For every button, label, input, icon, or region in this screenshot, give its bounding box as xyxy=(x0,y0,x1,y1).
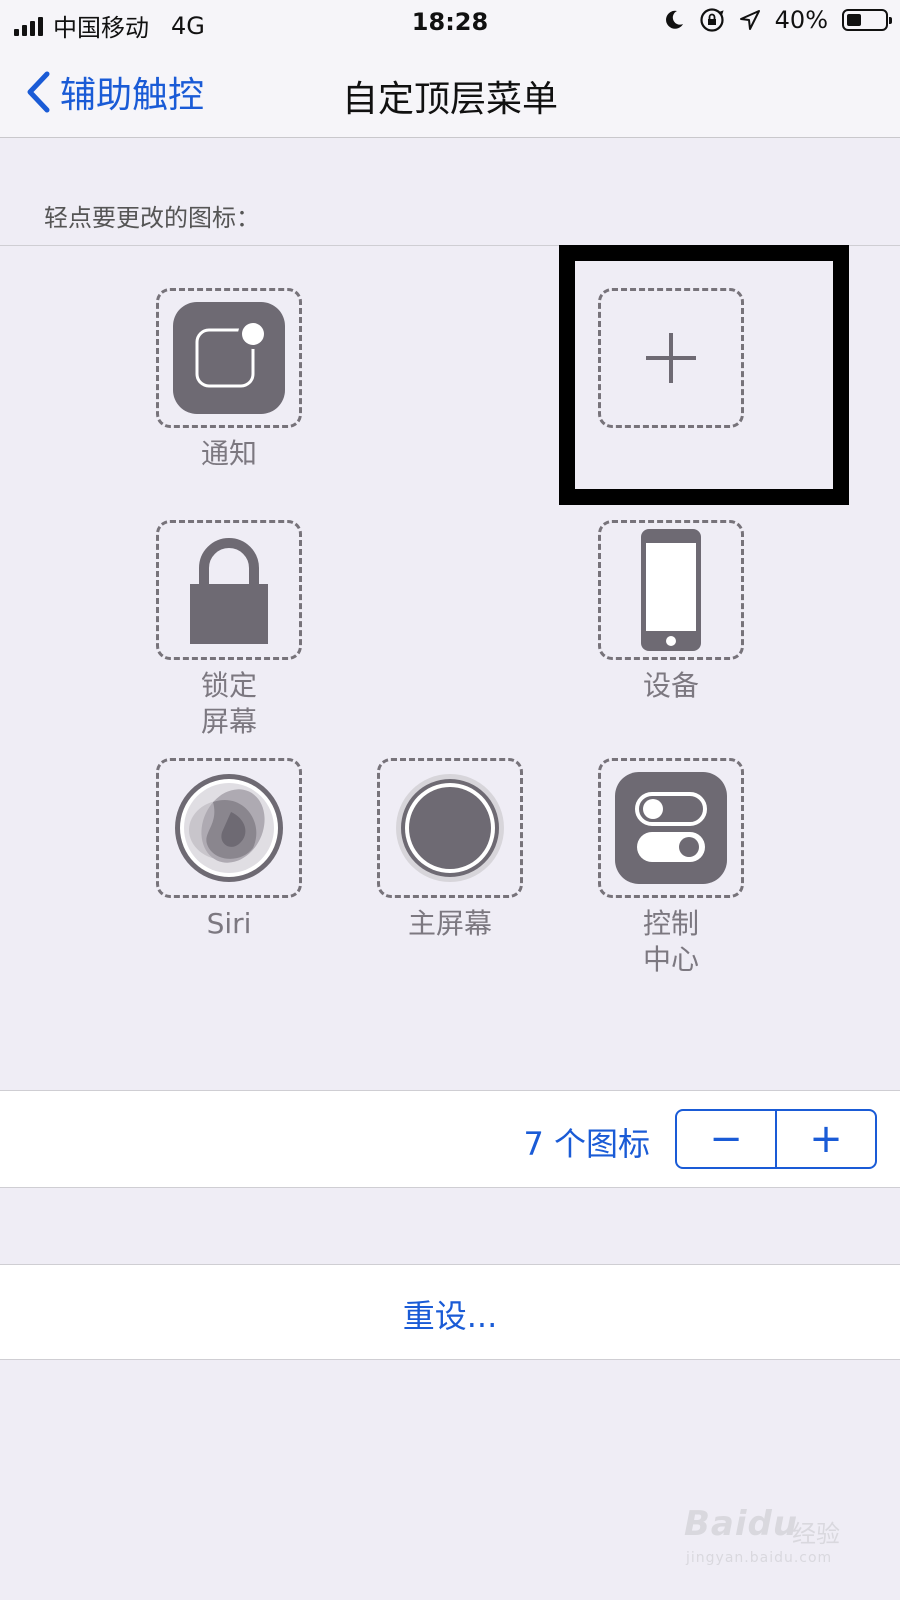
watermark-brand: Baidu xyxy=(684,1504,799,1544)
dashed-slot xyxy=(156,758,302,898)
control-center-icon xyxy=(615,772,727,884)
icon-label: Siri xyxy=(206,907,252,940)
lock-icon xyxy=(190,538,268,644)
watermark-logo: Baidu 经验 jingyan.baidu.com xyxy=(684,1500,854,1580)
dashed-slot xyxy=(377,758,523,898)
icon-slot-home[interactable]: 主屏幕 xyxy=(377,758,523,942)
status-bar: 中国移动 4G 18:28 40% xyxy=(0,0,900,44)
moon-icon xyxy=(665,10,683,29)
dashed-slot xyxy=(156,520,302,660)
icon-slot-device[interactable]: 设备 xyxy=(598,520,744,704)
battery-percent: 40% xyxy=(774,6,828,34)
notification-icon xyxy=(173,302,285,414)
icon-label: 控制 中心 xyxy=(642,907,699,976)
screen: 中国移动 4G 18:28 40% 辅助触控 自定顶层菜单 轻点要更改的图标： … xyxy=(0,0,900,1600)
increment-button[interactable]: + xyxy=(777,1111,875,1167)
dashed-slot xyxy=(598,520,744,660)
icon-label: 通知 xyxy=(200,437,257,470)
icon-label: 锁定 屏幕 xyxy=(200,669,257,738)
watermark-suffix: 经验 xyxy=(792,1520,840,1548)
decrement-button[interactable]: − xyxy=(677,1111,775,1167)
watermark-url: jingyan.baidu.com xyxy=(686,1550,833,1566)
reset-button[interactable]: 重设... xyxy=(0,1291,900,1337)
dashed-slot xyxy=(598,758,744,898)
icon-label: 设备 xyxy=(642,669,699,702)
icon-slot-siri[interactable]: Siri xyxy=(156,758,302,942)
icon-count-stepper[interactable]: − + xyxy=(675,1109,877,1169)
icon-label: 主屏幕 xyxy=(407,907,492,940)
device-icon xyxy=(641,529,701,651)
rotation-lock-icon xyxy=(700,8,724,32)
highlight-frame xyxy=(559,245,849,505)
reset-row: 重设... xyxy=(0,1264,900,1360)
icon-slot-notification[interactable]: 通知 xyxy=(156,288,302,472)
battery-fill xyxy=(847,14,861,26)
dashed-slot xyxy=(156,288,302,428)
icon-slot-lock-screen[interactable]: 锁定 屏幕 xyxy=(156,520,302,740)
navigation-bar: 辅助触控 自定顶层菜单 xyxy=(0,44,900,138)
location-arrow-icon xyxy=(739,10,760,30)
page-title: 自定顶层菜单 xyxy=(341,79,558,120)
battery-icon xyxy=(842,9,892,31)
icon-count-row: 7 个图标 − + xyxy=(0,1090,900,1188)
icon-slot-control-center[interactable]: 控制 中心 xyxy=(598,758,744,978)
section-caption: 轻点要更改的图标： xyxy=(44,204,260,232)
icon-count-label: 7 个图标 xyxy=(523,1125,650,1163)
siri-icon xyxy=(175,774,283,882)
home-button-icon xyxy=(396,774,504,882)
status-right: 40% xyxy=(663,6,892,34)
